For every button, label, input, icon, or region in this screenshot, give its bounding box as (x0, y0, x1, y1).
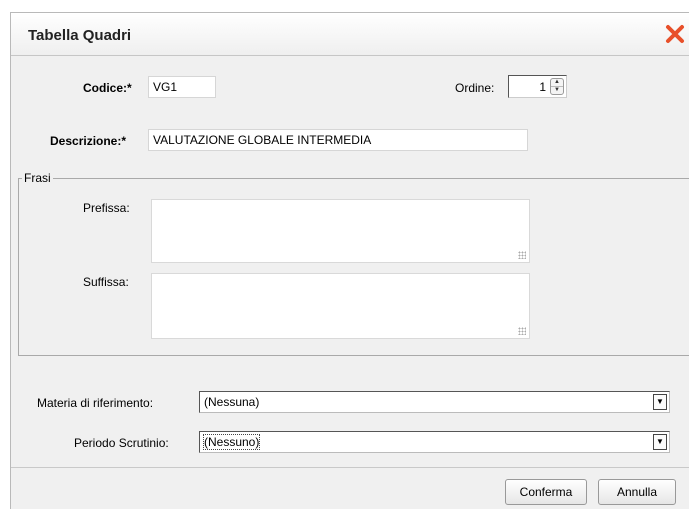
ordine-spinner[interactable]: 1 ▲ ▼ (508, 75, 567, 98)
descrizione-label: Descrizione:* (50, 134, 127, 148)
materia-label: Materia di riferimento: (37, 396, 154, 410)
materia-selected: (Nessuna) (204, 395, 260, 409)
materia-select[interactable]: (Nessuna) ▼ (199, 391, 670, 413)
close-x-icon[interactable] (663, 22, 687, 46)
footer-divider (11, 467, 689, 468)
codice-label: Codice:* (83, 81, 132, 95)
periodo-label: Periodo Scrutinio: (74, 436, 169, 450)
frasi-legend: Frasi (24, 171, 51, 185)
spinner-up-icon[interactable]: ▲ (551, 79, 563, 87)
chevron-down-icon[interactable]: ▼ (653, 434, 667, 450)
codice-field[interactable]: VG1 (148, 76, 216, 98)
spinner-down-icon[interactable]: ▼ (551, 87, 563, 94)
dialog-titlebar: Tabella Quadri (11, 13, 689, 56)
periodo-select[interactable]: (Nessuno) ▼ (199, 431, 670, 453)
cancel-button[interactable]: Annulla (598, 479, 676, 505)
ordine-label: Ordine: (455, 81, 495, 95)
resize-grip-icon[interactable] (518, 327, 526, 335)
confirm-button[interactable]: Conferma (505, 479, 587, 505)
prefissa-textarea[interactable] (151, 199, 530, 263)
suffissa-textarea[interactable] (151, 273, 530, 339)
chevron-down-icon[interactable]: ▼ (653, 394, 667, 410)
suffissa-label: Suffissa: (83, 275, 129, 289)
ordine-value: 1 (539, 80, 546, 94)
resize-grip-icon[interactable] (518, 251, 526, 259)
descrizione-field[interactable]: VALUTAZIONE GLOBALE INTERMEDIA (148, 129, 528, 151)
tabella-quadri-dialog: Tabella Quadri Codice:* VG1 Ordine: 1 ▲ … (10, 12, 689, 509)
periodo-selected: (Nessuno) (202, 434, 261, 450)
dialog-title: Tabella Quadri (28, 27, 132, 44)
prefissa-label: Prefissa: (83, 201, 130, 215)
spinner-buttons[interactable]: ▲ ▼ (550, 78, 564, 95)
